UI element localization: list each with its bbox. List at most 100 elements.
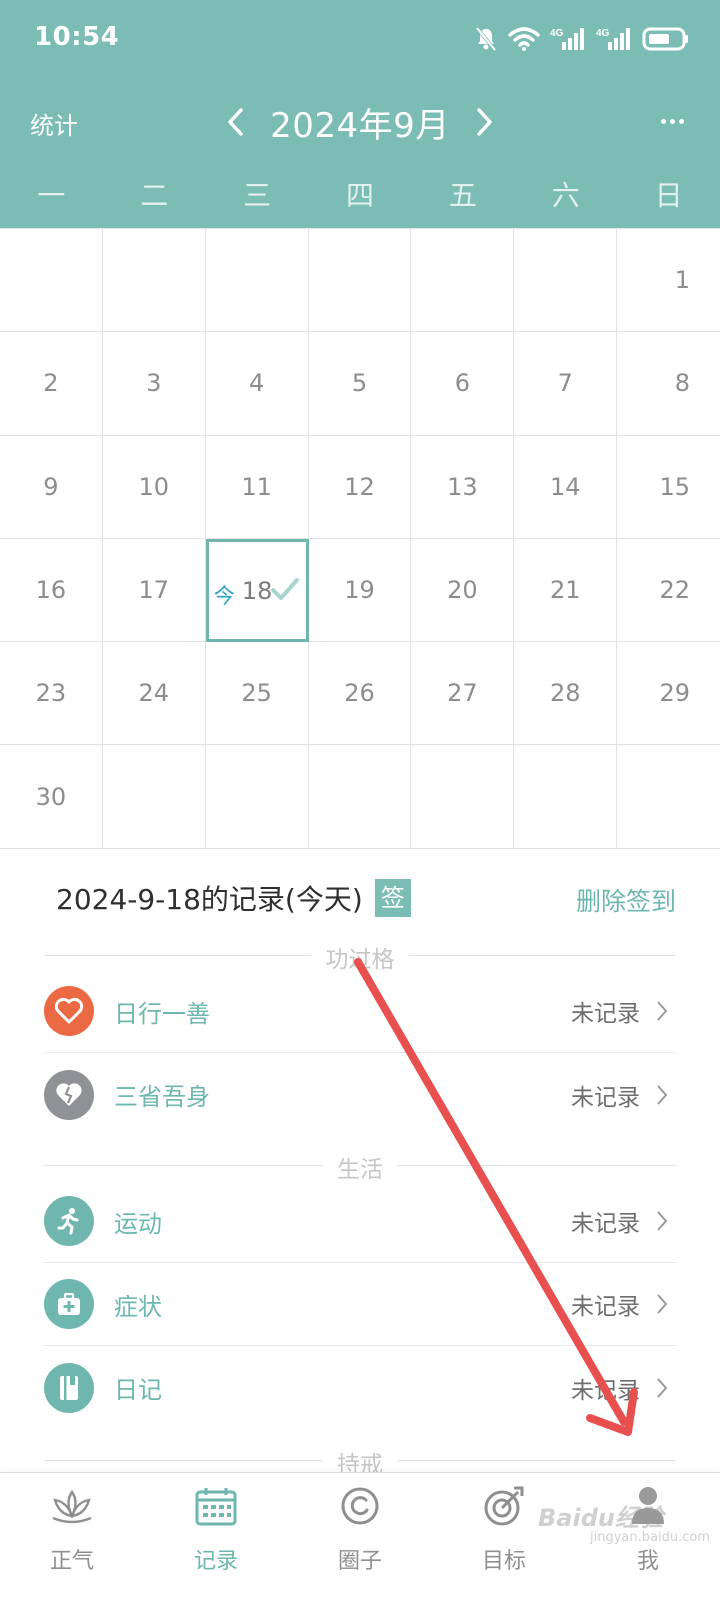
status-icons: 4G 4G (474, 24, 690, 54)
calendar-day[interactable]: 27 (411, 642, 515, 746)
wifi-icon (508, 27, 540, 51)
calendar-empty-cell (617, 745, 720, 849)
calendar-day[interactable]: 26 (308, 642, 412, 746)
calendar-day[interactable]: 29 (617, 642, 720, 746)
section-divider: 功过格 (44, 940, 676, 974)
daily-records: 2024-9-18的记录(今天) 签 删除签到 功过格 日行一善 未记录 三省吾… (44, 848, 676, 1479)
record-label: 日记 (114, 1376, 162, 1404)
record-row-diary[interactable]: 日记 未记录 (44, 1346, 676, 1429)
calendar-day[interactable]: 6 (411, 332, 515, 436)
calendar-day[interactable]: 17 (102, 538, 206, 643)
calendar-day[interactable]: 20 (411, 538, 515, 643)
more-dots-icon (660, 118, 666, 124)
calendar-day[interactable]: 3 (102, 332, 206, 436)
previous-month-button[interactable] (220, 102, 250, 142)
calendar-day[interactable]: 2 (0, 332, 103, 436)
calendar-day[interactable]: 9 (0, 435, 103, 539)
nav-item-records[interactable]: 记录 (144, 1473, 288, 1600)
broken-heart-icon (44, 1069, 94, 1120)
calendar-day[interactable]: 25 (205, 642, 309, 746)
calendar-day-number: 18 (241, 576, 273, 605)
lotus-icon (49, 1483, 95, 1529)
calendar-empty-cell (102, 229, 206, 333)
calendar-day[interactable]: 15 (617, 436, 720, 539)
header-nav-row: 统计 2024年9月 (0, 92, 720, 152)
calendar-day[interactable]: 23 (0, 642, 103, 746)
battery-icon (642, 27, 688, 51)
weekday-label: 日 (654, 179, 683, 212)
next-month-button[interactable] (470, 102, 500, 142)
section-divider: 生活 (44, 1150, 676, 1184)
calendar-empty-cell (514, 745, 618, 849)
svg-text:4G: 4G (596, 28, 610, 39)
calendar-empty-cell (308, 745, 412, 849)
signal-4g-icon: 4G (596, 28, 630, 50)
running-icon (44, 1196, 94, 1246)
calendar-grid: 1 2 3 4 5 6 7 8 9 10 11 12 13 14 15 16 17 今 18 19 20 21 22 23 24… (0, 228, 720, 849)
statistics-button[interactable]: 统计 (30, 106, 78, 141)
record-row-symptoms[interactable]: 症状 未记录 (44, 1263, 676, 1346)
calendar-day[interactable]: 8 (617, 332, 720, 436)
watermark-url: jingyan.baidu.com (590, 1530, 710, 1545)
chevron-right-icon (657, 1001, 668, 1021)
record-status: 未记录 (571, 1294, 640, 1320)
checkmark-icon (270, 577, 299, 600)
section-label: 功过格 (311, 940, 409, 974)
record-row-self-reflection[interactable]: 三省吾身 未记录 (44, 1053, 676, 1136)
nav-item-goals[interactable]: 目标 (432, 1473, 576, 1600)
record-label: 三省吾身 (114, 1083, 210, 1111)
month-title: 2024年9月 (270, 105, 450, 146)
weekday-row: 一 二 三 四 五 六 日 (0, 172, 720, 220)
weekday-label: 一 (37, 179, 66, 212)
circle-icon (337, 1483, 383, 1529)
record-label: 症状 (114, 1292, 162, 1321)
month-navigator: 2024年9月 (220, 92, 500, 152)
record-row-daily-good-deed[interactable]: 日行一善 未记录 (44, 970, 676, 1053)
calendar-day[interactable]: 14 (514, 435, 618, 539)
section-divider: 持戒 (44, 1445, 676, 1479)
nav-item-zhengqi[interactable]: 正气 (0, 1473, 144, 1600)
calendar-day[interactable]: 22 (617, 539, 720, 643)
calendar-day[interactable]: 7 (514, 332, 618, 436)
calendar-day[interactable]: 12 (308, 435, 412, 539)
signal-4g-icon: 4G (550, 28, 584, 50)
calendar-day[interactable]: 5 (308, 332, 412, 436)
calendar-day[interactable]: 1 (617, 229, 720, 333)
target-icon (481, 1483, 527, 1529)
calendar-empty-cell (514, 229, 618, 333)
calendar-day-today[interactable]: 今 18 (205, 538, 309, 643)
signed-badge: 签 (374, 879, 411, 917)
chevron-right-icon (657, 1377, 668, 1398)
calendar-day[interactable]: 16 (0, 538, 103, 643)
calendar-empty-cell (205, 229, 309, 333)
calendar-day[interactable]: 4 (205, 332, 309, 436)
calendar-day[interactable]: 11 (205, 435, 309, 539)
records-header: 2024-9-18的记录(今天) 签 删除签到 (44, 848, 676, 938)
record-label: 运动 (114, 1209, 162, 1238)
calendar-day[interactable]: 21 (514, 538, 618, 643)
heart-icon (44, 986, 94, 1036)
status-time: 10:54 (34, 22, 120, 52)
record-row-exercise[interactable]: 运动 未记录 (44, 1180, 676, 1263)
calendar-day[interactable]: 30 (0, 745, 103, 849)
more-options-button[interactable] (652, 106, 692, 136)
month-calendar: 1 2 3 4 5 6 7 8 9 10 11 12 13 14 15 16 17 今 18 19 20 21 22 23 24… (0, 228, 720, 849)
weekday-label: 六 (551, 179, 580, 212)
calendar-day[interactable]: 24 (102, 642, 206, 746)
calendar-day[interactable]: 10 (102, 435, 206, 539)
calendar-empty-cell (205, 745, 309, 849)
mute-bell-icon (475, 26, 497, 52)
nav-label: 正气 (49, 1549, 94, 1574)
calendar-icon (193, 1483, 239, 1529)
chevron-right-icon (657, 1294, 668, 1314)
calendar-day[interactable]: 28 (514, 642, 618, 746)
nav-item-circle[interactable]: 圈子 (288, 1473, 432, 1600)
calendar-day[interactable]: 19 (308, 538, 412, 643)
calendar-day[interactable]: 13 (411, 435, 515, 539)
weekday-label: 五 (448, 179, 477, 212)
records-date-title: 2024-9-18的记录(今天) (56, 883, 363, 916)
delete-checkin-button[interactable]: 删除签到 (576, 882, 676, 918)
record-label: 日行一善 (114, 999, 210, 1028)
chevron-right-icon (657, 1211, 668, 1231)
calendar-empty-cell (411, 745, 515, 849)
